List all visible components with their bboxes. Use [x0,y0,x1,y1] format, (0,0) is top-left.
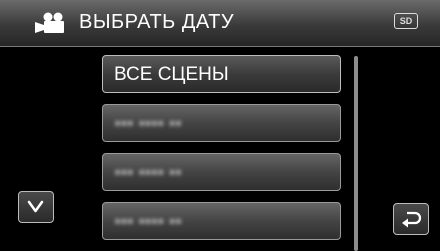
page-title: ВЫБРАТЬ ДАТУ [79,11,235,33]
scroll-down-button[interactable] [18,191,54,223]
list-item-label: ▪▪▪ ▪▪▪▪ ▪▪ [115,164,183,181]
back-button[interactable] [393,203,429,235]
chevron-down-icon [27,200,44,213]
list-item-label: ▪▪▪ ▪▪▪▪ ▪▪ [115,115,183,132]
date-select-screen: ВЫБРАТЬ ДАТУ SD ВСЕ СЦЕНЫ ▪▪▪ ▪▪▪▪ ▪▪ ▪▪… [0,0,440,251]
date-list: ВСЕ СЦЕНЫ ▪▪▪ ▪▪▪▪ ▪▪ ▪▪▪ ▪▪▪▪ ▪▪ ▪▪▪ ▪▪… [102,55,344,251]
video-camera-icon [35,12,64,33]
list-item-label: ВСЕ СЦЕНЫ [114,64,229,85]
return-arrow-icon [402,211,422,228]
list-item-label: ▪▪▪ ▪▪▪▪ ▪▪ [115,213,183,230]
scrollbar[interactable] [354,56,358,251]
list-item-date-3[interactable]: ▪▪▪ ▪▪▪▪ ▪▪ [102,202,341,240]
header-bar: ВЫБРАТЬ ДАТУ SD [0,0,440,47]
list-item-date-2[interactable]: ▪▪▪ ▪▪▪▪ ▪▪ [102,153,341,191]
list-item-date-1[interactable]: ▪▪▪ ▪▪▪▪ ▪▪ [102,104,341,142]
sd-card-badge: SD [394,13,418,29]
list-item-all-scenes[interactable]: ВСЕ СЦЕНЫ [102,55,341,93]
